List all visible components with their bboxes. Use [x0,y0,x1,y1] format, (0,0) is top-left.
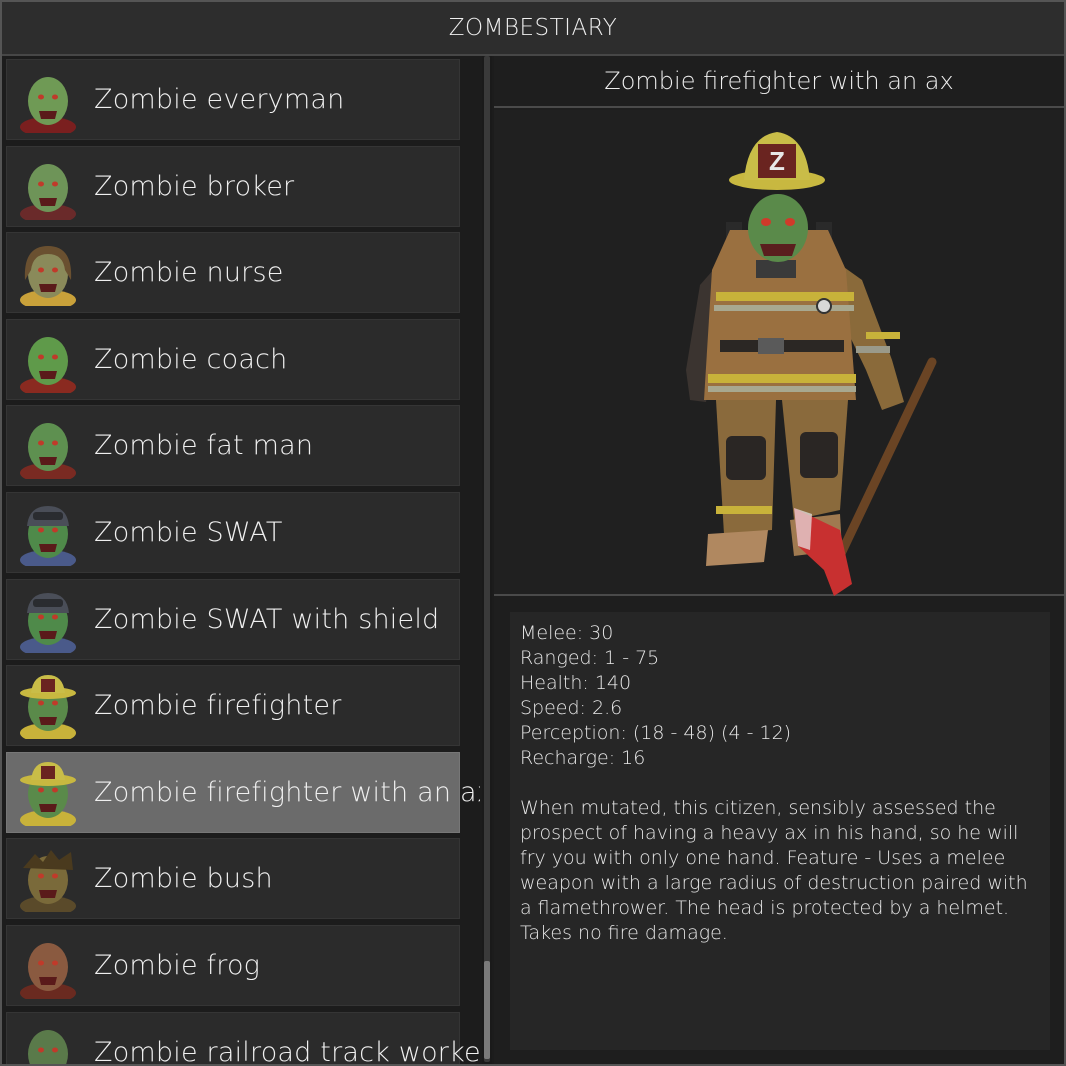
stat-speed: Speed: 2.6 [520,697,623,719]
stat-perception: Perception: (18 - 48) (4 - 12) [520,722,792,744]
stats-panel: Melee: 30 Ranged: 1 - 75 Health: 140 Spe… [510,612,1050,1050]
helmet-badge-icon: Z [769,146,785,176]
list-scrollbar[interactable] [482,56,492,1064]
list-item-label: Zombie firefighter with an ax [94,776,480,808]
zombie-coach-portrait-icon [20,336,76,393]
list-item-label: Zombie coach [94,343,288,375]
zombie-fat-man-portrait-icon [20,423,76,480]
list-item-label: Zombie firefighter [94,690,342,722]
zombie-list-panel: Zombie everyman Zombie broker Zombie nurse… [2,56,480,1064]
list-item-zombie[interactable]: Zombie firefighter with an ax [6,751,480,833]
list-item-label: Zombie everyman [94,84,345,115]
zombie-everyman-portrait-icon [20,77,76,133]
detail-portrait: Z [494,110,1064,596]
list-item-zombie[interactable]: Zombie broker [6,145,460,227]
list-item-zombie[interactable]: Zombie fat man [6,405,460,487]
detail-panel: Zombie firefighter with an ax Z Melee: 3… [494,56,1064,1064]
list-item-label: Zombie frog [94,949,261,981]
stat-melee: Melee: 30 [520,622,614,644]
zombie-frog-portrait-icon [20,942,76,999]
list-item-zombie[interactable]: Zombie everyman [6,59,460,140]
list-item-zombie[interactable]: Zombie bush [6,838,460,920]
zombie-firefighter-portrait-icon [20,675,76,740]
scrollbar-thumb[interactable] [484,961,490,1059]
list-item-label: Zombie SWAT with shield [94,603,440,635]
list-item-label: Zombie SWAT [94,516,283,548]
zombie-nurse-portrait-icon [20,246,76,307]
zombie-broker-portrait-icon [20,163,76,220]
zombie-bush-portrait-icon [20,850,76,913]
list-item-zombie[interactable]: Zombie SWAT [6,491,460,573]
list-item-zombie[interactable]: Zombie SWAT with shield [6,578,460,660]
window-title: ZOMBESTIARY [2,2,1064,56]
zombie-swat-portrait-icon [20,505,76,566]
list-item-label: Zombie broker [94,170,295,202]
scrollbar-track[interactable] [484,56,490,1062]
list-item-label: Zombie nurse [94,257,284,289]
zombie-firefighter-with-ax-full-body-icon: Z [686,132,937,596]
list-item-zombie[interactable]: Zombie coach [6,318,460,400]
zombie-swat-shield-portrait-icon [20,592,76,653]
list-item-zombie[interactable]: Zombie railroad track worker [6,1011,480,1064]
stat-ranged: Ranged: 1 - 75 [520,647,660,669]
zombie-railroad-worker-portrait-icon [28,1029,68,1064]
stat-recharge: Recharge: 16 [520,747,646,769]
detail-title: Zombie firefighter with an ax [494,56,1064,108]
zombie-list: Zombie everyman Zombie broker Zombie nurse… [6,59,480,1064]
list-item-zombie[interactable]: Zombie nurse [6,232,460,314]
zombie-description: When mutated, this citizen, sensibly ass… [520,797,1028,944]
list-item-zombie[interactable]: Zombie frog [6,924,460,1006]
list-item-label: Zombie bush [94,863,273,895]
stat-health: Health: 140 [520,672,632,694]
list-item-zombie[interactable]: Zombie firefighter [6,665,460,747]
zombie-firefighter-ax-portrait-icon [20,761,76,826]
list-item-label: Zombie railroad track worker [94,1036,480,1064]
list-item-label: Zombie fat man [94,430,314,462]
